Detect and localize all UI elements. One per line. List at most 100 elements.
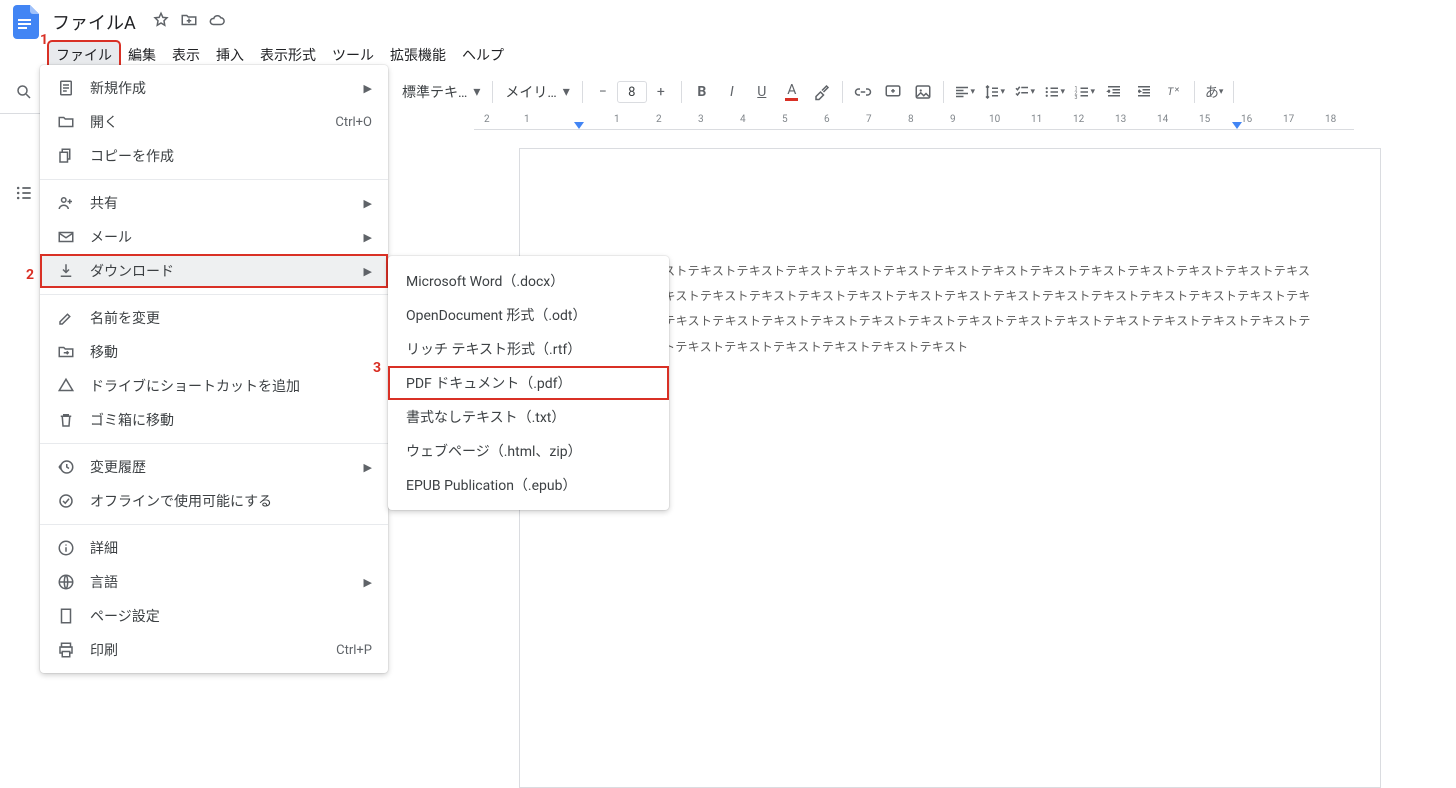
outline-list-icon[interactable] (9, 178, 39, 208)
download-pdf[interactable]: PDF ドキュメント（.pdf） (388, 366, 669, 400)
ruler-tick: 1 (614, 114, 620, 125)
increase-font-size-button[interactable]: + (647, 78, 675, 106)
globe-icon (56, 573, 76, 591)
submenu-arrow-icon: ▶ (364, 231, 372, 244)
input-tools-button[interactable]: あ▾ (1201, 78, 1228, 106)
ruler-tick: 2 (484, 114, 490, 125)
file-menu-download[interactable]: ダウンロード ▶ (40, 254, 388, 288)
bulleted-list-button[interactable]: ▾ (1040, 78, 1068, 106)
decrease-font-size-button[interactable]: − (589, 78, 617, 106)
menu-extensions[interactable]: 拡張機能 (382, 41, 454, 69)
increase-indent-button[interactable] (1130, 78, 1158, 106)
separator (1194, 81, 1195, 103)
file-menu-panel: 新規作成 ▶ 開く Ctrl+O コピーを作成 共有 ▶ メール ▶ ダウンロー… (40, 65, 388, 673)
file-menu-email[interactable]: メール ▶ (40, 220, 388, 254)
font-family-select[interactable]: メイリ… ▾ (499, 78, 575, 106)
ruler-tick: 13 (1115, 114, 1126, 125)
print-icon (56, 641, 76, 659)
separator (943, 81, 944, 103)
file-menu-version-history[interactable]: 変更履歴 ▶ (40, 450, 388, 484)
menu-label: オフラインで使用可能にする (90, 491, 372, 511)
download-odt[interactable]: OpenDocument 形式（.odt） (388, 298, 669, 332)
file-menu-open[interactable]: 開く Ctrl+O (40, 105, 388, 139)
ruler-tick: 17 (1283, 114, 1294, 125)
ruler[interactable]: 2 1 1 2 3 4 5 6 7 8 9 10 11 12 13 14 15 … (474, 112, 1354, 130)
cloud-status-icon[interactable] (208, 11, 226, 33)
font-family-label: メイリ… (505, 82, 556, 102)
insert-image-button[interactable] (909, 78, 937, 106)
file-menu-new[interactable]: 新規作成 ▶ (40, 71, 388, 105)
submenu-arrow-icon: ▶ (364, 82, 372, 95)
menu-shortcut: Ctrl+O (335, 115, 372, 130)
ruler-tick: 10 (989, 114, 1000, 125)
chevron-down-icon: ▾ (563, 84, 570, 100)
ruler-tick: 14 (1157, 114, 1168, 125)
numbered-list-button[interactable]: 123▾ (1070, 78, 1098, 106)
submenu-arrow-icon: ▶ (364, 265, 372, 278)
menu-divider (40, 443, 388, 444)
ruler-tick: 18 (1325, 114, 1336, 125)
checklist-button[interactable]: ▾ (1010, 78, 1038, 106)
annotation-3: 3 (373, 360, 381, 376)
menu-label: 変更履歴 (90, 457, 350, 477)
drive-shortcut-icon (56, 377, 76, 395)
star-icon[interactable] (152, 11, 170, 33)
menu-label: メール (90, 227, 350, 247)
paragraph-style-label: 標準テキ… (402, 82, 467, 102)
text-color-button[interactable]: A (778, 78, 806, 106)
file-menu-move[interactable]: 移動 (40, 335, 388, 369)
menu-label: 新規作成 (90, 78, 350, 98)
share-icon (56, 194, 76, 212)
svg-text:T: T (1167, 85, 1174, 98)
file-menu-offline[interactable]: オフラインで使用可能にする (40, 484, 388, 518)
docs-logo-icon[interactable] (8, 4, 44, 40)
file-menu-language[interactable]: 言語 ▶ (40, 565, 388, 599)
download-icon (56, 262, 76, 280)
underline-button[interactable]: U (748, 78, 776, 106)
menu-divider (40, 294, 388, 295)
ruler-indent-down-icon[interactable] (574, 122, 584, 129)
clear-formatting-button[interactable]: T✕ (1160, 78, 1188, 106)
insert-link-button[interactable] (849, 78, 877, 106)
document-body-text[interactable]: テキストテキストテキストテキストテキストテキストテキストテキストテキストテキスト… (590, 259, 1320, 360)
file-menu-add-shortcut[interactable]: ドライブにショートカットを追加 (40, 369, 388, 403)
download-txt[interactable]: 書式なしテキスト（.txt） (388, 400, 669, 434)
highlight-button[interactable] (808, 78, 836, 106)
download-docx[interactable]: Microsoft Word（.docx） (388, 264, 669, 298)
file-menu-details[interactable]: 詳細 (40, 531, 388, 565)
file-menu-page-setup[interactable]: ページ設定 (40, 599, 388, 633)
separator (1233, 81, 1234, 103)
decrease-indent-button[interactable] (1100, 78, 1128, 106)
file-menu-print[interactable]: 印刷 Ctrl+P (40, 633, 388, 667)
move-icon (56, 343, 76, 361)
italic-button[interactable]: I (718, 78, 746, 106)
file-menu-share[interactable]: 共有 ▶ (40, 186, 388, 220)
file-menu-trash[interactable]: ゴミ箱に移動 (40, 403, 388, 437)
menu-label: コピーを作成 (90, 146, 372, 166)
add-comment-button[interactable] (879, 78, 907, 106)
menu-label: 共有 (90, 193, 350, 213)
paragraph-style-select[interactable]: 標準テキ…▾ (396, 78, 486, 106)
download-epub[interactable]: EPUB Publication（.epub） (388, 468, 669, 502)
ruler-tick: 8 (908, 114, 914, 125)
bold-button[interactable]: B (688, 78, 716, 106)
download-rtf[interactable]: リッチ テキスト形式（.rtf） (388, 332, 669, 366)
titlebar: ファイルA (0, 0, 1456, 40)
move-folder-icon[interactable] (180, 11, 198, 33)
file-menu-make-copy[interactable]: コピーを作成 (40, 139, 388, 173)
menu-help[interactable]: ヘルプ (454, 41, 512, 69)
mail-icon (56, 228, 76, 246)
line-spacing-button[interactable]: ▾ (980, 78, 1008, 106)
copy-icon (56, 147, 76, 165)
download-html[interactable]: ウェブページ（.html、zip） (388, 434, 669, 468)
font-size-input[interactable]: 8 (617, 81, 647, 103)
align-button[interactable]: ▾ (950, 78, 978, 106)
document-title[interactable]: ファイルA (46, 7, 142, 37)
ruler-tick: 12 (1073, 114, 1084, 125)
separator (582, 81, 583, 103)
left-rail (6, 78, 42, 208)
file-menu-rename[interactable]: 名前を変更 (40, 301, 388, 335)
ruler-tick: 5 (782, 114, 788, 125)
submenu-arrow-icon: ▶ (364, 576, 372, 589)
offline-icon (56, 492, 76, 510)
